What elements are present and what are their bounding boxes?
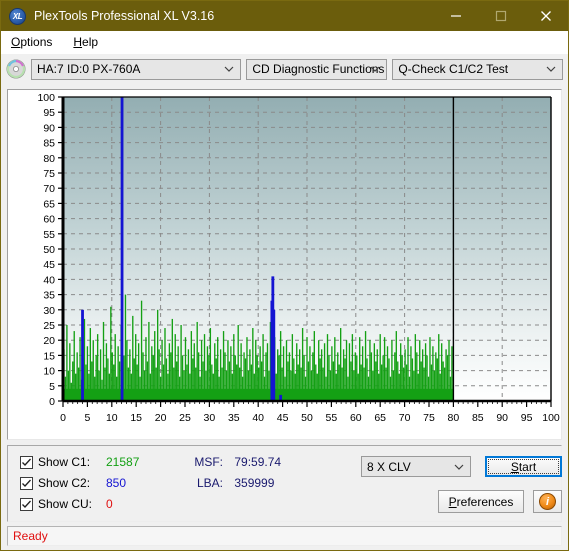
svg-text:30: 30 bbox=[204, 412, 216, 424]
chart-panel: 0 5 10 15 20 25 30 35 40 45 50 55 60 65 70 75 80 85 90 95 10… bbox=[7, 89, 562, 440]
msf-readout: MSF: 79:59.74 bbox=[191, 455, 281, 469]
svg-text:50: 50 bbox=[301, 412, 313, 424]
svg-text:0: 0 bbox=[60, 412, 66, 424]
svg-text:40: 40 bbox=[252, 412, 264, 424]
svg-text:65: 65 bbox=[43, 198, 55, 210]
msf-value: 79:59.74 bbox=[234, 455, 282, 469]
show-cu-label: Show CU: bbox=[38, 497, 93, 511]
svg-text:85: 85 bbox=[472, 412, 484, 424]
function-select-value: CD Diagnostic Functions bbox=[252, 62, 385, 76]
test-select-value: Q-Check C1/C2 Test bbox=[398, 62, 509, 76]
svg-text:45: 45 bbox=[43, 259, 55, 271]
svg-text:0: 0 bbox=[49, 396, 55, 408]
show-cu-checkbox[interactable] bbox=[20, 497, 33, 511]
info-icon: i bbox=[539, 493, 556, 510]
menu-item-help[interactable]: Help bbox=[71, 33, 107, 51]
svg-text:100: 100 bbox=[542, 412, 560, 424]
disc-icon bbox=[6, 59, 26, 79]
minimize-icon[interactable] bbox=[433, 1, 478, 31]
svg-text:40: 40 bbox=[43, 274, 55, 286]
lba-value: 359999 bbox=[234, 476, 275, 490]
svg-text:60: 60 bbox=[350, 412, 362, 424]
app-icon: XL bbox=[9, 7, 26, 25]
chevron-down-icon bbox=[546, 66, 556, 72]
status-text: Ready bbox=[13, 529, 48, 543]
status-bar: Ready bbox=[7, 526, 562, 546]
show-c2-label: Show C2: bbox=[38, 476, 91, 490]
svg-text:70: 70 bbox=[43, 183, 55, 195]
svg-text:5: 5 bbox=[84, 412, 90, 424]
msf-label: MSF: bbox=[194, 455, 223, 469]
window-controls bbox=[433, 1, 568, 31]
svg-text:65: 65 bbox=[374, 412, 386, 424]
svg-text:90: 90 bbox=[496, 412, 508, 424]
maximize-icon[interactable] bbox=[478, 1, 523, 31]
chevron-down-icon bbox=[370, 66, 380, 72]
show-cu-value: 0 bbox=[106, 497, 113, 511]
show-cu-row[interactable]: Show CU: 0 bbox=[20, 497, 113, 511]
show-c2-value: 850 bbox=[106, 476, 127, 490]
svg-text:45: 45 bbox=[277, 412, 289, 424]
toolbar: HA:7 ID:0 PX-760A CD Diagnostic Function… bbox=[1, 54, 568, 84]
svg-text:10: 10 bbox=[106, 412, 118, 424]
chevron-down-icon bbox=[224, 66, 234, 72]
svg-text:5: 5 bbox=[49, 381, 55, 393]
svg-text:30: 30 bbox=[43, 305, 55, 317]
svg-text:95: 95 bbox=[43, 107, 55, 119]
start-button[interactable]: Start bbox=[485, 456, 562, 477]
svg-text:80: 80 bbox=[448, 412, 460, 424]
svg-text:35: 35 bbox=[43, 290, 55, 302]
show-c2-row[interactable]: Show C2: 850 bbox=[20, 476, 126, 490]
svg-text:35: 35 bbox=[228, 412, 240, 424]
speed-select[interactable]: 8 X CLV bbox=[361, 456, 471, 477]
c1-c2-error-chart: 0510152025303540455055606570758085909510… bbox=[37, 92, 560, 424]
show-c1-value: 21587 bbox=[106, 455, 140, 469]
menu-bar: Options Help bbox=[1, 31, 568, 54]
show-c2-checkbox[interactable] bbox=[20, 476, 33, 490]
svg-text:20: 20 bbox=[43, 335, 55, 347]
show-c1-row[interactable]: Show C1: 21587 bbox=[20, 455, 139, 469]
show-c1-checkbox[interactable] bbox=[20, 455, 33, 469]
svg-text:85: 85 bbox=[43, 138, 55, 150]
svg-text:70: 70 bbox=[399, 412, 411, 424]
menu-item-options[interactable]: Options bbox=[9, 33, 61, 51]
show-c1-label: Show C1: bbox=[38, 455, 91, 469]
svg-text:55: 55 bbox=[326, 412, 338, 424]
svg-text:75: 75 bbox=[43, 168, 55, 180]
plextools-window: XL PlexTools Professional XL V3.16 Optio… bbox=[0, 0, 569, 551]
svg-text:25: 25 bbox=[43, 320, 55, 332]
focus-outline bbox=[488, 459, 559, 474]
title-bar: XL PlexTools Professional XL V3.16 bbox=[1, 1, 568, 31]
lba-label: LBA: bbox=[196, 476, 223, 490]
test-select[interactable]: Q-Check C1/C2 Test bbox=[392, 58, 563, 80]
svg-text:25: 25 bbox=[179, 412, 191, 424]
svg-text:100: 100 bbox=[37, 92, 55, 104]
svg-text:95: 95 bbox=[521, 412, 533, 424]
drive-select-value: HA:7 ID:0 PX-760A bbox=[37, 62, 141, 76]
preferences-button-label: Preferences bbox=[448, 494, 514, 509]
speed-select-value: 8 X CLV bbox=[367, 459, 411, 474]
function-select[interactable]: CD Diagnostic Functions bbox=[246, 58, 388, 80]
window-title: PlexTools Professional XL V3.16 bbox=[34, 9, 215, 23]
lba-readout: LBA: 359999 bbox=[191, 476, 274, 490]
drive-select[interactable]: HA:7 ID:0 PX-760A bbox=[31, 58, 242, 80]
svg-text:55: 55 bbox=[43, 229, 55, 241]
svg-text:60: 60 bbox=[43, 214, 55, 226]
svg-text:10: 10 bbox=[43, 366, 55, 378]
svg-text:15: 15 bbox=[130, 412, 142, 424]
close-icon[interactable] bbox=[523, 1, 568, 31]
svg-text:20: 20 bbox=[155, 412, 167, 424]
svg-text:80: 80 bbox=[43, 153, 55, 165]
svg-text:90: 90 bbox=[43, 122, 55, 134]
preferences-button[interactable]: Preferences bbox=[438, 490, 524, 513]
svg-text:75: 75 bbox=[423, 412, 435, 424]
menu-item-options-label: ptions bbox=[20, 35, 53, 49]
svg-text:15: 15 bbox=[43, 350, 55, 362]
info-button[interactable]: i bbox=[533, 490, 562, 513]
menu-item-help-label: elp bbox=[82, 35, 99, 49]
svg-text:50: 50 bbox=[43, 244, 55, 256]
controls-panel: Show C1: 21587 Show C2: 850 Show CU: 0 M… bbox=[7, 445, 562, 522]
chevron-down-icon bbox=[454, 464, 464, 470]
